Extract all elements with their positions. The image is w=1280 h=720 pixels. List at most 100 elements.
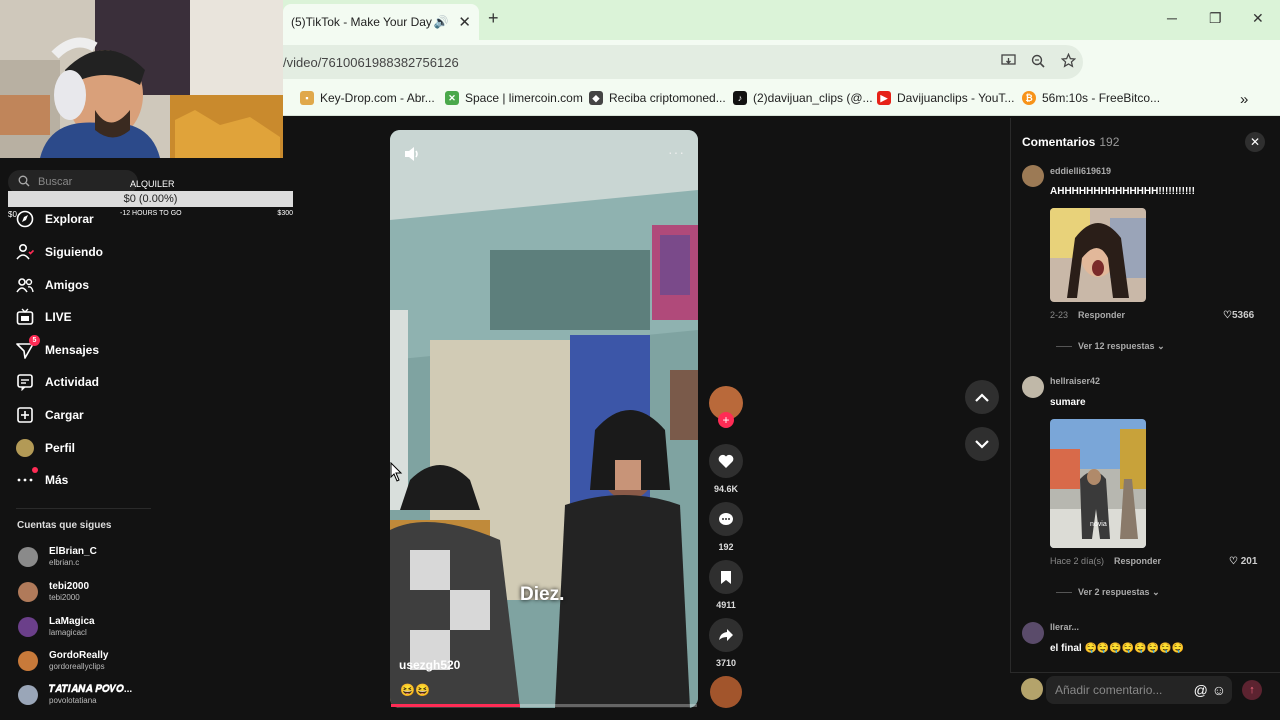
comment-username[interactable]: eddielli619619	[1050, 166, 1111, 176]
reply-button[interactable]: Responder	[1078, 310, 1125, 320]
restore-icon[interactable]: ❐	[1209, 10, 1222, 27]
chevron-down-icon: ⌄	[1157, 341, 1165, 351]
volume-icon[interactable]	[404, 146, 422, 165]
sidebar-item-amigos[interactable]: Amigos	[16, 276, 89, 294]
comment-button[interactable]: 192	[708, 502, 744, 552]
more-options-icon[interactable]: ···	[668, 144, 685, 160]
avatar	[1021, 678, 1043, 700]
tab-close-icon[interactable]: ✕	[458, 13, 471, 31]
followed-account[interactable]: GordoReally gordoreallyclips	[18, 650, 108, 671]
comment-username[interactable]: llerar...	[1050, 622, 1079, 632]
like-button[interactable]: 94.6K	[708, 444, 744, 494]
chevron-up-icon	[975, 392, 989, 402]
messages-icon: 5	[16, 335, 40, 359]
tab-speaker-icon[interactable]: 🔊	[433, 15, 448, 29]
avatar[interactable]	[1022, 165, 1044, 187]
bookmark-item[interactable]: ♪ (2)davijuan_clips (@...	[733, 91, 873, 105]
bookmark-item[interactable]: ◆ Reciba criptomoned...	[589, 91, 726, 105]
following-icon	[16, 243, 34, 261]
upload-icon	[16, 406, 34, 424]
account-handle: tebi2000	[49, 593, 80, 602]
bookmark-label: Key-Drop.com - Abr...	[320, 91, 435, 105]
avatar[interactable]	[1022, 622, 1044, 644]
bookmark-item[interactable]: ▶ Davijuanclips - YouT...	[877, 91, 1014, 105]
view-replies-button[interactable]: Ver 2 respuestas ⌄	[1056, 587, 1160, 598]
bookmark-item[interactable]: ✕ Space | limercoin.com	[445, 91, 583, 105]
view-replies-button[interactable]: Ver 12 respuestas ⌄	[1056, 341, 1165, 352]
comments-title-text: Comentarios	[1022, 135, 1096, 149]
account-handle: povolotatiana	[49, 696, 97, 705]
youtube-icon: ▶	[877, 91, 891, 105]
more-dot	[32, 467, 38, 473]
comments-count: 192	[1099, 135, 1120, 149]
close-comments-button[interactable]: ✕	[1245, 132, 1265, 152]
send-comment-button[interactable]: ↑	[1242, 680, 1262, 700]
sidebar-item-label: Amigos	[45, 278, 90, 292]
zoom-icon[interactable]	[1023, 54, 1053, 71]
followed-account[interactable]: 𝑻𝑨𝑻𝑰𝑨𝑵𝑨 𝑷𝑶𝑽𝑶... povolotatiana	[18, 684, 132, 705]
sidebar-item-perfil[interactable]: Perfil	[16, 439, 75, 457]
comment-input[interactable]: Añadir comentario... @ ☺	[1046, 676, 1232, 704]
video-progress-bar[interactable]	[391, 704, 697, 707]
next-video-button[interactable]	[965, 427, 999, 461]
rent-progress-bar: $0 (0.00%)	[8, 191, 293, 207]
install-app-icon[interactable]	[993, 54, 1023, 70]
comment-input-placeholder: Añadir comentario...	[1055, 683, 1163, 697]
bitcoin-icon: ₿	[1022, 91, 1036, 105]
sidebar-item-label: LIVE	[45, 310, 72, 324]
save-button[interactable]: 4911	[708, 560, 744, 610]
activity-icon	[16, 373, 34, 391]
sidebar-item-live[interactable]: LIVE	[16, 308, 72, 326]
sidebar-item-label: Cargar	[45, 408, 84, 422]
bookmark-star-icon[interactable]	[1053, 52, 1083, 71]
followed-account[interactable]: tebi2000 tebi2000	[18, 581, 89, 602]
heart-icon	[709, 444, 743, 478]
previous-video-button[interactable]	[965, 380, 999, 414]
minimize-icon[interactable]: ─	[1167, 10, 1177, 26]
comment-date: 2-23	[1050, 310, 1069, 320]
reply-button[interactable]: Responder	[1114, 556, 1161, 566]
bookmark-item[interactable]: ▪ Key-Drop.com - Abr...	[300, 91, 435, 105]
bookmark-item[interactable]: ₿ 56m:10s - FreeBitco...	[1022, 91, 1160, 105]
comment-sticker-image[interactable]: novia	[1050, 419, 1146, 548]
sidebar-item-mas[interactable]: Más	[16, 467, 68, 489]
video-description: 😆😆	[400, 683, 430, 697]
video-player[interactable]	[390, 130, 698, 708]
new-tab-button[interactable]: +	[488, 8, 499, 29]
chevron-down-icon	[975, 439, 989, 449]
comment-like[interactable]: ♡ 201	[1229, 556, 1257, 567]
comments-panel: Comentarios 192 ✕ eddielli619619 AHHHHHHH…	[1010, 118, 1280, 720]
sidebar-item-cargar[interactable]: Cargar	[16, 406, 84, 424]
sidebar-item-siguiendo[interactable]: Siguiendo	[16, 243, 103, 261]
sidebar-item-mensajes[interactable]: 5 Mensajes	[16, 335, 99, 359]
avatar[interactable]	[1022, 376, 1044, 398]
comment-meta: 2-23 Responder	[1050, 310, 1125, 320]
avatar	[18, 546, 38, 567]
mention-emoji-icons[interactable]: @ ☺	[1194, 682, 1226, 698]
window-close-icon[interactable]: ✕	[1252, 10, 1264, 27]
account-name: LaMagica	[49, 616, 95, 627]
music-disc-button[interactable]	[708, 676, 744, 708]
browser-tab[interactable]: (5)TikTok - Make Your Day 🔊 ✕	[283, 4, 479, 40]
sidebar-item-explorar[interactable]: Explorar	[16, 210, 94, 228]
url-text[interactable]: /video/7610061988382756126	[283, 55, 993, 70]
followed-account[interactable]: LaMagica lamagicacl	[18, 616, 95, 637]
comment-count: 192	[718, 542, 734, 552]
share-button[interactable]: 3710	[708, 618, 744, 668]
sidebar-item-label: Explorar	[45, 212, 94, 226]
video-author[interactable]: usezgh520	[399, 658, 460, 672]
rent-subtitle: -12 HOURS TO GO	[120, 210, 182, 217]
view-replies-label: Ver 2 respuestas	[1078, 587, 1150, 597]
follow-plus-icon[interactable]: +	[718, 412, 734, 428]
share-icon	[709, 618, 743, 652]
comment-like[interactable]: ♡5366	[1223, 310, 1254, 321]
sidebar-item-actividad[interactable]: Actividad	[16, 373, 99, 391]
comment-sticker-image[interactable]	[1050, 208, 1146, 302]
bookmarks-more-icon[interactable]: »	[1240, 91, 1248, 108]
followed-account[interactable]: ElBrian_C elbrian.c	[18, 546, 97, 567]
author-avatar-button[interactable]: +	[708, 386, 744, 428]
bookmark-label: Davijuanclips - YouT...	[897, 91, 1015, 105]
account-handle: elbrian.c	[49, 558, 80, 567]
comment-username[interactable]: hellraiser42	[1050, 376, 1100, 386]
omnibox[interactable]: /video/7610061988382756126	[283, 45, 1083, 79]
